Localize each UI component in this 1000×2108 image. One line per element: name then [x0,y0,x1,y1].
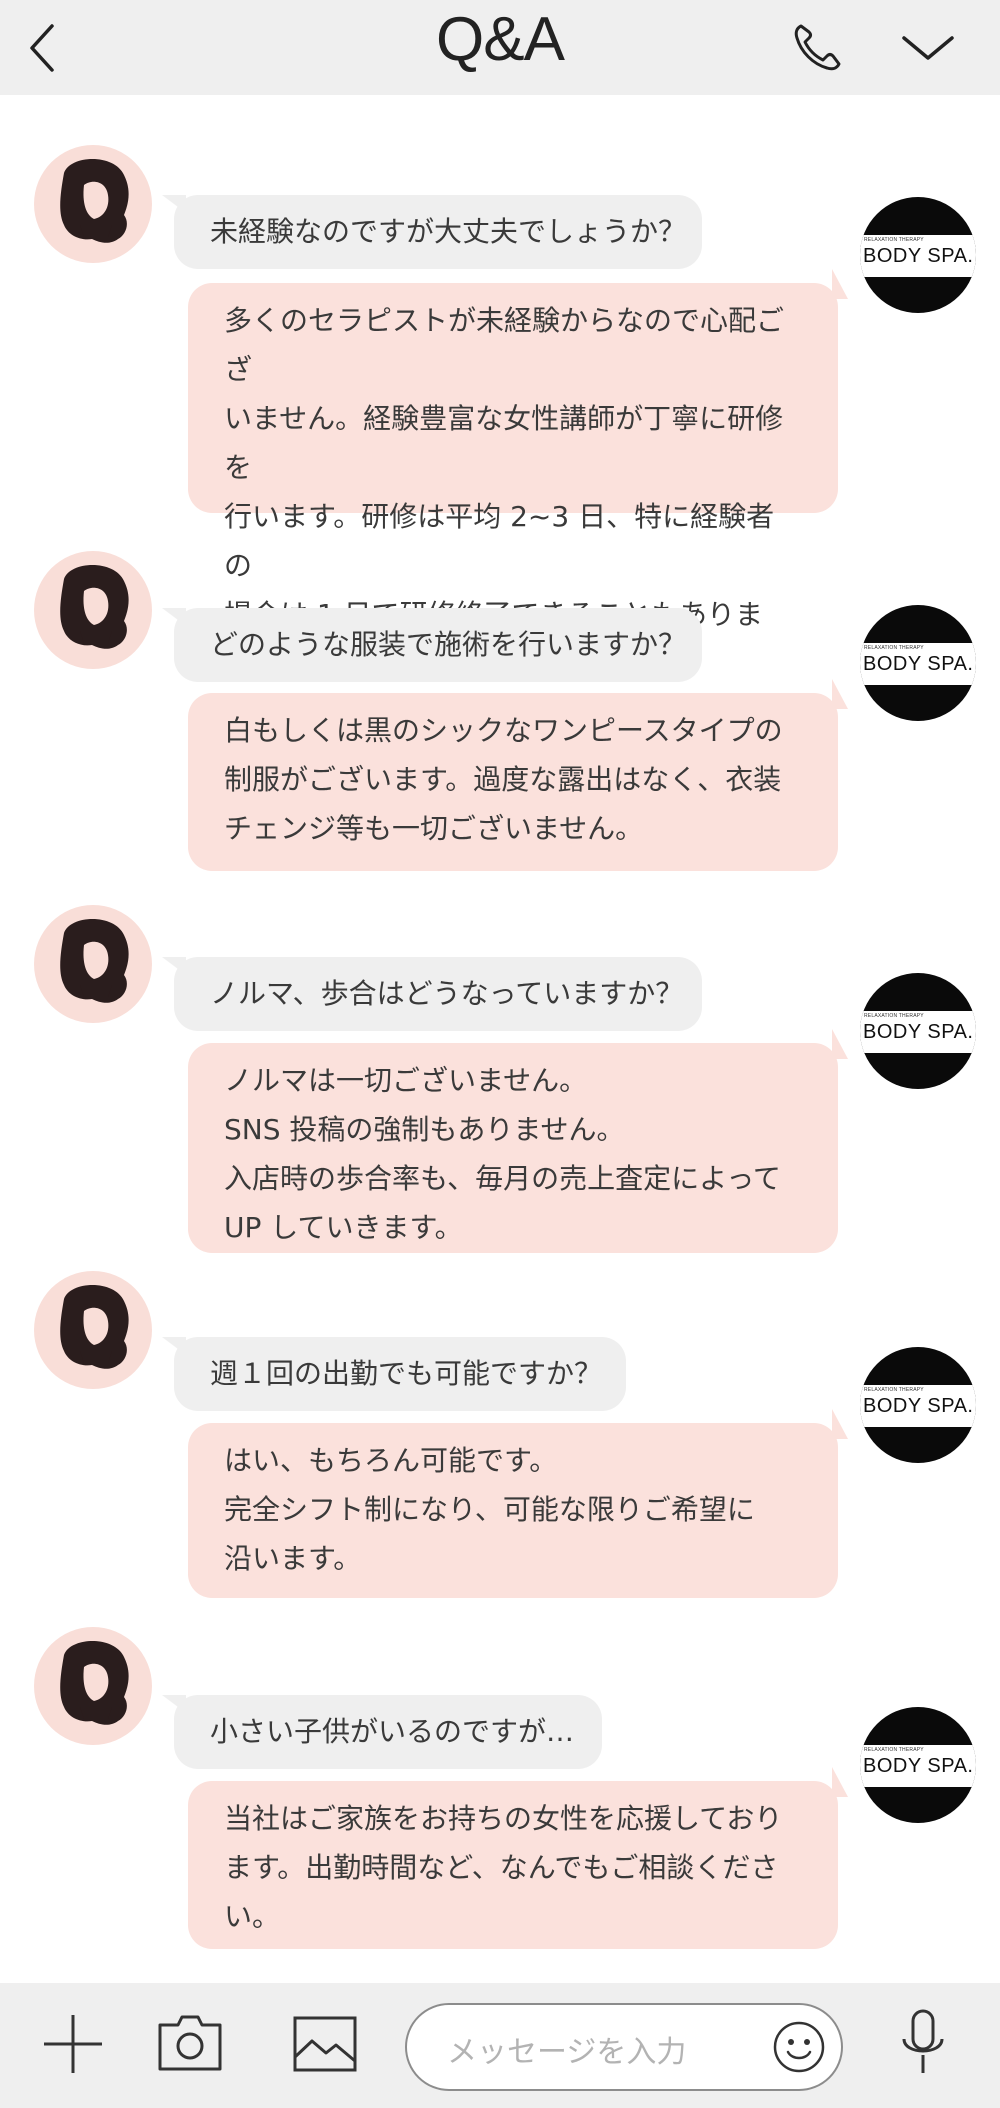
chevron-down-icon [902,36,954,60]
spa-avatar[interactable]: RELAXATION THERAPY BODY SPA. [860,973,976,1089]
microphone-icon [902,2009,944,2073]
woman-silhouette-icon [60,565,129,649]
camera-icon [158,2015,222,2071]
answer-bubble: ノルマは一切ございません。 SNS 投稿の強制もありません。 入店時の歩合率も、… [188,1029,848,1253]
spa-avatar[interactable]: RELAXATION THERAPY BODY SPA. [860,1707,976,1823]
user-avatar[interactable] [34,1271,152,1389]
logo-tagline: RELAXATION THERAPY [864,645,924,651]
logo-brand: BODY SPA. [863,653,974,675]
spa-avatar[interactable]: RELAXATION THERAPY BODY SPA. [860,1347,976,1463]
chat-thread[interactable]: 未経験なのですが大丈夫でしょうか？ RELAXATION THERAPY BOD… [0,95,1000,1983]
logo-tagline: RELAXATION THERAPY [864,237,924,243]
menu-toggle-button[interactable] [898,18,958,78]
smile-icon [773,2021,825,2073]
question-bubble: 未経験なのですが大丈夫でしょうか？ [162,195,702,269]
spa-avatar[interactable]: RELAXATION THERAPY BODY SPA. [860,605,976,721]
page-title: Q&A [436,5,565,74]
answer-bubble: 当社はご家族をお持ちの女性を応援しており ます。出勤時間など、なんでもご相談くだ… [188,1767,848,1949]
image-icon [293,2016,357,2072]
question-bubble: ノルマ、歩合はどうなっていますか？ [162,957,702,1031]
woman-silhouette-icon [60,919,129,1003]
question-bubble: 小さい子供がいるのですが… [162,1695,602,1769]
gallery-button[interactable] [292,2013,358,2075]
user-avatar[interactable] [34,145,152,263]
question-bubble: 週１回の出勤でも可能ですか？ [162,1337,626,1411]
header-bar: Q&A [0,0,1000,95]
user-avatar[interactable] [34,1627,152,1745]
woman-silhouette-icon [60,1641,129,1725]
add-button[interactable] [40,2011,106,2077]
message-placeholder: メッセージを入力 [447,2035,687,2070]
plus-icon [44,2015,102,2073]
logo-tagline: RELAXATION THERAPY [864,1013,924,1019]
call-button[interactable] [787,18,847,78]
message-input[interactable]: メッセージを入力 [405,2003,843,2091]
logo-tagline: RELAXATION THERAPY [864,1747,924,1753]
camera-button[interactable] [156,2009,224,2075]
user-avatar[interactable] [34,905,152,1023]
logo-brand: BODY SPA. [863,245,974,267]
logo-brand: BODY SPA. [863,1021,974,1043]
woman-silhouette-icon [60,159,129,243]
spa-avatar[interactable]: RELAXATION THERAPY BODY SPA. [860,197,976,313]
answer-bubble: 多くのセラピストが未経験からなので心配ござ いません。経験豊富な女性講師が丁寧に… [188,269,848,680]
voice-button[interactable] [898,2007,948,2079]
logo-brand: BODY SPA. [863,1755,974,1777]
answer-bubble: はい、もちろん可能です。 完全シフト制になり、可能な限りご希望に 沿います。 [188,1409,848,1598]
phone-icon [794,24,841,71]
woman-silhouette-icon [60,1285,129,1369]
message-toolbar: メッセージを入力 [0,1983,1000,2108]
emoji-button[interactable] [771,2019,827,2075]
question-bubble: どのような服装で施術を行いますか？ [162,608,702,682]
logo-brand: BODY SPA. [863,1395,974,1417]
logo-tagline: RELAXATION THERAPY [864,1387,924,1393]
user-avatar[interactable] [34,551,152,669]
answer-bubble: 白もしくは黒のシックなワンピースタイプの 制服がございます。過度な露出はなく、衣… [188,679,848,871]
